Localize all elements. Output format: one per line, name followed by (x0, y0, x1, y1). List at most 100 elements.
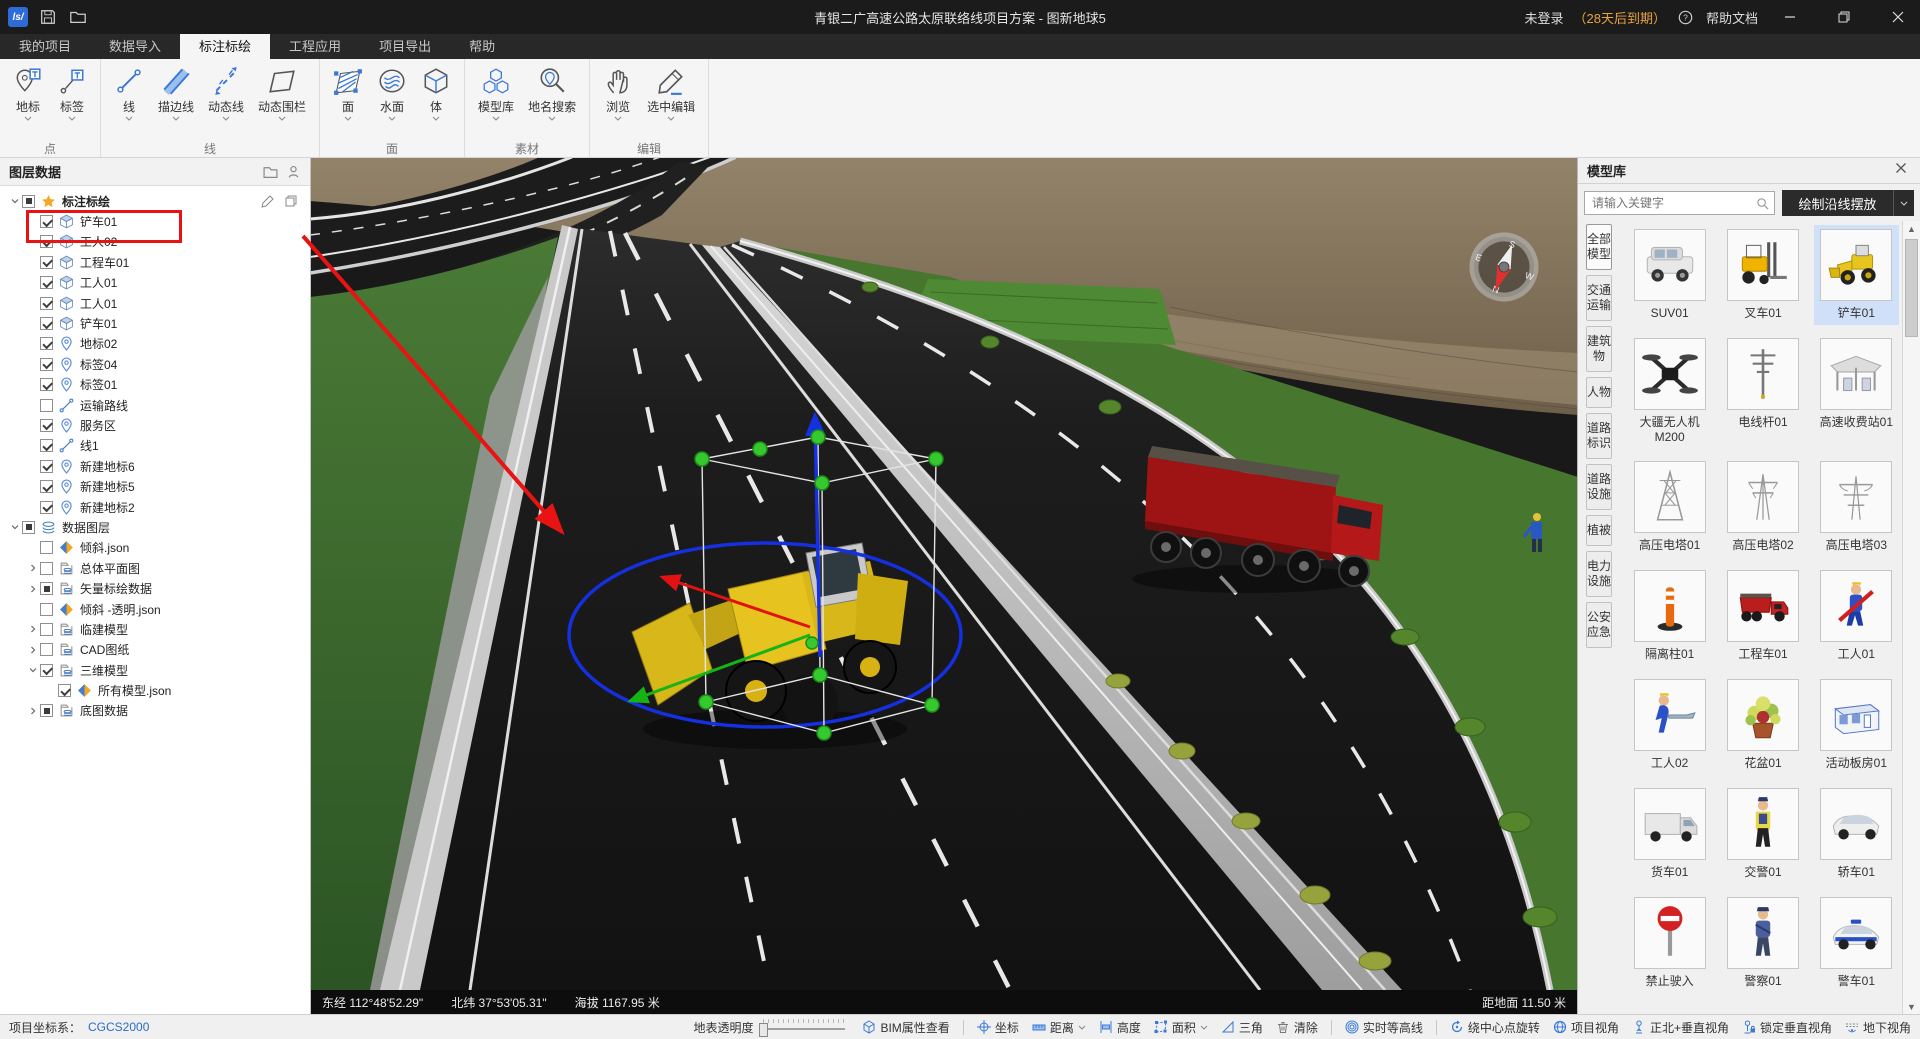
chevron-down-icon[interactable] (125, 116, 133, 121)
expander-open-icon[interactable] (8, 520, 22, 534)
loader-thumb[interactable] (1820, 229, 1892, 301)
layer-tree-item-所有模型.json[interactable]: 所有模型.json (0, 680, 310, 700)
chevron-down-icon[interactable] (222, 116, 230, 121)
map-3d-viewport[interactable]: S N W E 东经 112°48'52.29" 北纬 37°53'05.31"… (310, 157, 1578, 1014)
layer-tree-item-总体平面图[interactable]: 总体平面图 (0, 558, 310, 578)
layer-checkbox[interactable] (40, 460, 53, 473)
model-item-SUV01[interactable]: SUV01 (1627, 225, 1712, 325)
chevron-down-icon[interactable] (667, 116, 675, 121)
layer-label[interactable]: CAD图纸 (80, 641, 129, 658)
layer-checkbox[interactable] (40, 582, 53, 595)
van-thumb[interactable] (1634, 788, 1706, 860)
layer-tree-item-工人01[interactable]: 工人01 (0, 293, 310, 313)
model-item-活动板房01[interactable]: 活动板房01 (1814, 675, 1899, 775)
close-button[interactable] (1876, 0, 1920, 34)
status-tool-正北+垂直视角[interactable]: 正北+垂直视角 (1632, 1019, 1729, 1036)
model-category-交通运输[interactable]: 交通运输 (1586, 275, 1612, 321)
ribbon-button-面[interactable]: 面 (326, 62, 370, 121)
layer-checkbox[interactable] (40, 419, 53, 432)
layer-tree-item-临建模型[interactable]: 临建模型 (0, 619, 310, 639)
layer-checkbox[interactable] (40, 378, 53, 391)
layer-checkbox[interactable] (40, 603, 53, 616)
ribbon-button-水面[interactable]: 水面 (370, 62, 414, 121)
layer-tree-item-标签04[interactable]: 标签04 (0, 354, 310, 374)
layer-label[interactable]: 总体平面图 (80, 560, 140, 577)
model-item-警察01[interactable]: 警察01 (1720, 893, 1805, 993)
chevron-down-icon[interactable] (68, 116, 76, 121)
layer-tree-item-线1[interactable]: 线1 (0, 436, 310, 456)
ribbon-button-模型库[interactable]: 模型库 (471, 62, 521, 121)
expander-closed-icon[interactable] (26, 582, 40, 596)
model-item-交警01[interactable]: 交警01 (1720, 784, 1805, 884)
model-item-高速收费站01[interactable]: 高速收费站01 (1814, 334, 1899, 448)
chevron-down-icon[interactable] (1200, 1025, 1208, 1030)
layer-label[interactable]: 标签04 (80, 356, 117, 373)
layer-label[interactable]: 工人02 (80, 233, 117, 250)
collapse-folder-icon[interactable] (263, 164, 278, 179)
search-icon[interactable] (1756, 197, 1769, 210)
layer-tree-item-工人01[interactable]: 工人01 (0, 273, 310, 293)
layer-label[interactable]: 新建地标6 (80, 458, 135, 475)
layer-checkbox[interactable] (40, 317, 53, 330)
ribbon-button-浏览[interactable]: 浏览 (596, 62, 640, 121)
minimize-button[interactable] (1768, 0, 1812, 34)
layer-label[interactable]: 工人01 (80, 274, 117, 291)
layer-checkbox[interactable] (40, 256, 53, 269)
layer-checkbox[interactable] (40, 358, 53, 371)
scroll-down-icon[interactable]: ▼ (1903, 999, 1920, 1014)
layer-label[interactable]: 新建地标2 (80, 499, 135, 516)
model-item-高压电塔02[interactable]: 高压电塔02 (1720, 457, 1805, 557)
ribbon-button-线[interactable]: 线 (107, 62, 151, 121)
layer-label[interactable]: 运输路线 (80, 397, 128, 414)
layer-checkbox[interactable] (40, 541, 53, 554)
power-tower1-thumb[interactable] (1634, 461, 1706, 533)
layer-tree-item-工人02[interactable]: 工人02 (0, 232, 310, 252)
model-category-建筑物[interactable]: 建筑物 (1586, 326, 1612, 372)
ribbon-button-动态围栏[interactable]: 动态围栏 (251, 62, 313, 121)
ribbon-button-动态线[interactable]: 动态线 (201, 62, 251, 121)
layer-tree-item-服务区[interactable]: 服务区 (0, 415, 310, 435)
layer-tree-item-矢量标绘数据[interactable]: 矢量标绘数据 (0, 578, 310, 598)
expander-closed-icon[interactable] (26, 643, 40, 657)
layer-checkbox[interactable] (58, 684, 71, 697)
ribbon-button-地标[interactable]: 地标 (6, 62, 50, 121)
expander-open-icon[interactable] (8, 194, 22, 208)
expander-closed-icon[interactable] (26, 561, 40, 575)
layer-checkbox[interactable] (40, 215, 53, 228)
plant-thumb[interactable] (1727, 679, 1799, 751)
layer-tree-item-地标02[interactable]: 地标02 (0, 334, 310, 354)
layer-checkbox[interactable] (40, 439, 53, 452)
status-tool-项目视角[interactable]: 项目视角 (1553, 1019, 1619, 1036)
scrollbar-thumb[interactable] (1905, 239, 1918, 337)
police-car-thumb[interactable] (1820, 897, 1892, 969)
layer-tree-item-新建地标5[interactable]: 新建地标5 (0, 476, 310, 496)
layer-checkbox[interactable] (40, 704, 53, 717)
ribbon-button-描边线[interactable]: 描边线 (151, 62, 201, 121)
chevron-down-icon[interactable] (388, 116, 396, 121)
layer-label[interactable]: 标签01 (80, 376, 117, 393)
chevron-down-icon[interactable] (432, 116, 440, 121)
ribbon-button-地名搜索[interactable]: 地名搜索 (521, 62, 583, 121)
chevron-down-icon[interactable] (1893, 190, 1914, 216)
layer-tree-item-标注标绘[interactable]: 标注标绘 (0, 191, 310, 211)
chevron-down-icon[interactable] (548, 116, 556, 121)
model-search-input[interactable] (1590, 195, 1756, 211)
layer-checkbox[interactable] (40, 623, 53, 636)
model-item-高压电塔03[interactable]: 高压电塔03 (1814, 457, 1899, 557)
layer-label[interactable]: 三维模型 (80, 662, 128, 679)
layer-label[interactable]: 服务区 (80, 417, 116, 434)
place-along-line-button[interactable]: 绘制沿线摆放 (1782, 190, 1914, 216)
dump-truck-thumb[interactable] (1727, 570, 1799, 642)
ribbon-button-体[interactable]: 体 (414, 62, 458, 121)
layer-tree-item-铲车01[interactable]: 铲车01 (0, 313, 310, 333)
status-tool-锁定垂直视角[interactable]: 锁定垂直视角 (1742, 1019, 1832, 1036)
police-thumb[interactable] (1727, 897, 1799, 969)
sedan-thumb[interactable] (1820, 788, 1892, 860)
layer-label[interactable]: 铲车01 (80, 213, 117, 230)
status-tool-清除[interactable]: 清除 (1276, 1019, 1318, 1036)
layer-tree-item-铲车01[interactable]: 铲车01 (0, 211, 310, 231)
layer-tree-item-倾斜.json[interactable]: 倾斜.json (0, 538, 310, 558)
layer-tree-item-标签01[interactable]: 标签01 (0, 375, 310, 395)
layer-label[interactable]: 新建地标5 (80, 478, 135, 495)
layer-tree-item-新建地标2[interactable]: 新建地标2 (0, 497, 310, 517)
